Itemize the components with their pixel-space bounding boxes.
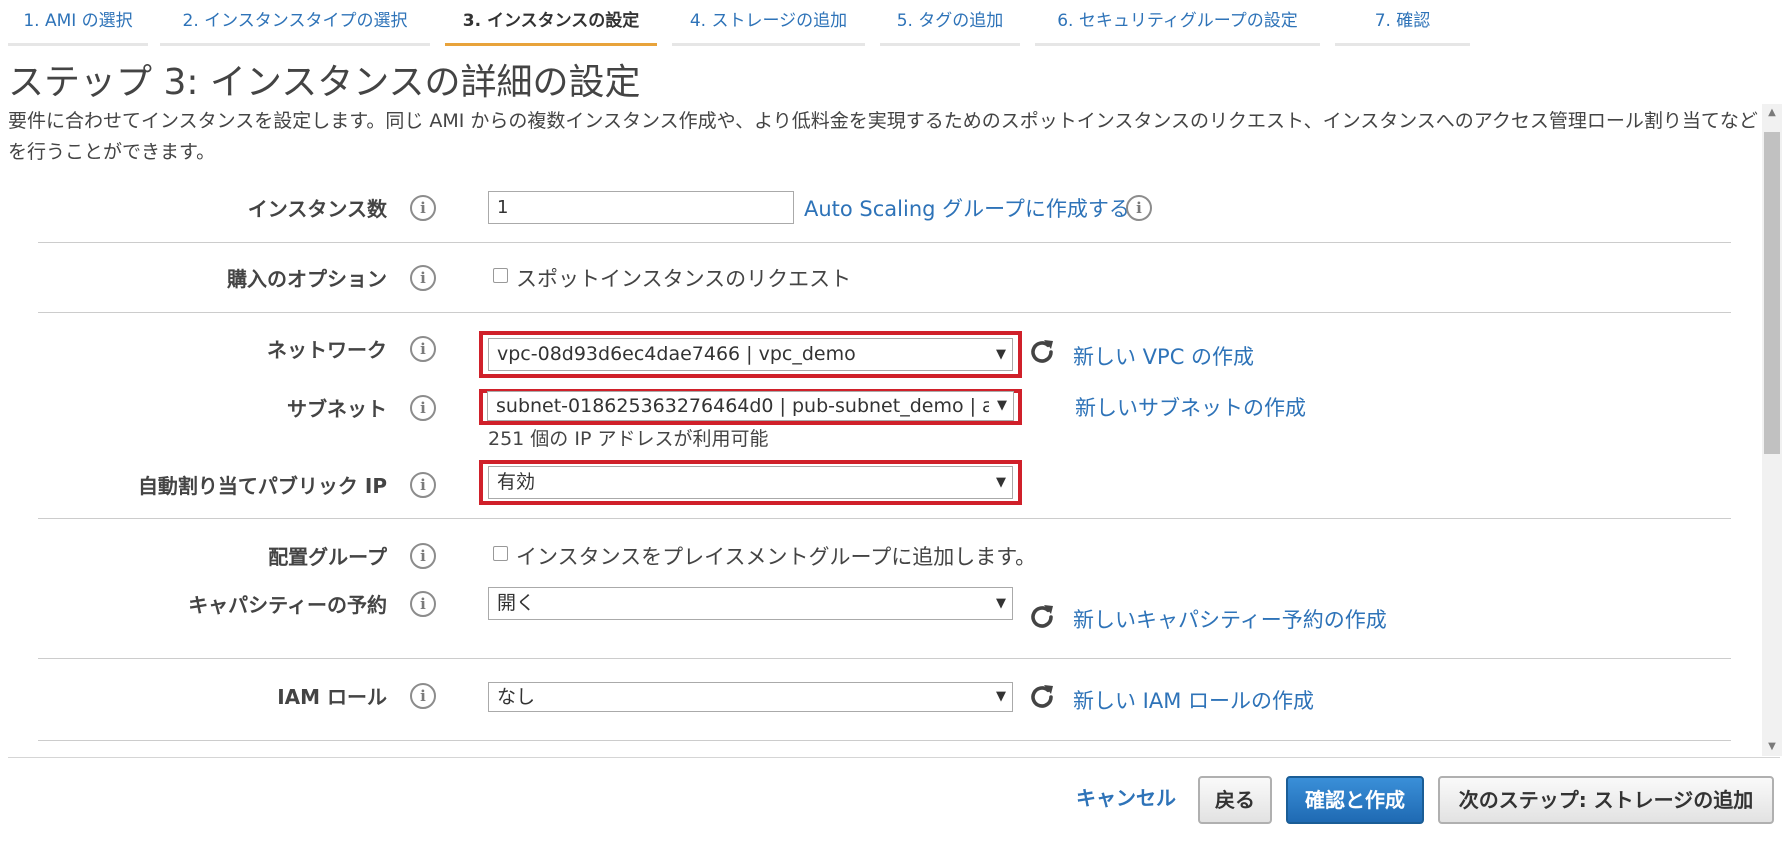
scroll-thumb[interactable]	[1764, 132, 1780, 454]
subnet-label: サブネット	[287, 397, 387, 421]
subnet-select-value: subnet-018625363276464d0 | pub-subnet_de…	[496, 395, 989, 417]
create-capacity-reservation-link[interactable]: 新しいキャパシティー予約の作成	[1073, 604, 1387, 634]
dropdown-caret-icon: ▼	[996, 347, 1006, 362]
info-icon[interactable]: i	[410, 195, 436, 221]
auto-scaling-link[interactable]: Auto Scaling グループに作成する	[804, 193, 1130, 223]
row-divider	[38, 740, 1731, 741]
info-icon[interactable]: i	[410, 336, 436, 362]
network-select-value: vpc-08d93d6ec4dae7466 | vpc_demo	[497, 343, 856, 365]
info-icon[interactable]: i	[410, 543, 436, 569]
tab-storage[interactable]: 4. ストレージの追加	[672, 0, 865, 46]
info-icon[interactable]: i	[1126, 195, 1152, 221]
dropdown-caret-icon: ▼	[996, 596, 1006, 611]
tab-review[interactable]: 7. 確認	[1335, 0, 1470, 46]
info-icon[interactable]: i	[410, 265, 436, 291]
public-ip-label: 自動割り当てパブリック IP	[137, 474, 387, 498]
refresh-icon[interactable]	[1027, 602, 1057, 632]
dropdown-caret-icon: ▼	[997, 398, 1007, 413]
spot-request-label: スポットインスタンスのリクエスト	[516, 267, 852, 291]
capacity-reservation-select[interactable]: 開く ▼	[488, 587, 1013, 620]
spot-request-checkbox[interactable]	[493, 268, 508, 283]
tab-tags[interactable]: 5. タグの追加	[880, 0, 1020, 46]
placement-group-checkbox[interactable]	[493, 546, 508, 561]
cancel-button[interactable]: キャンセル	[1066, 776, 1186, 824]
info-icon[interactable]: i	[410, 395, 436, 421]
refresh-icon[interactable]	[1027, 682, 1057, 712]
row-divider	[38, 518, 1731, 519]
placement-group-checkbox-label: インスタンスをプレイスメントグループに追加します。	[516, 545, 1037, 569]
scroll-down-arrow-icon[interactable]: ▼	[1762, 738, 1782, 756]
row-divider	[38, 242, 1731, 243]
instance-count-input[interactable]	[488, 191, 794, 224]
refresh-icon[interactable]	[1027, 337, 1057, 367]
create-subnet-link[interactable]: 新しいサブネットの作成	[1075, 392, 1306, 422]
capacity-reservation-select-value: 開く	[497, 592, 536, 614]
review-and-launch-button[interactable]: 確認と作成	[1286, 776, 1424, 824]
tab-instance-type[interactable]: 2. インスタンスタイプの選択	[160, 0, 430, 46]
instance-count-label: インスタンス数	[247, 197, 387, 221]
purchase-option-label: 購入のオプション	[227, 267, 387, 291]
iam-role-select[interactable]: なし ▼	[488, 682, 1013, 712]
page-title: ステップ 3: インスタンスの詳細の設定	[8, 62, 641, 103]
iam-role-select-value: なし	[497, 686, 536, 708]
network-label: ネットワーク	[267, 338, 387, 362]
public-ip-select[interactable]: 有効 ▼	[488, 466, 1013, 499]
available-ip-hint: 251 個の IP アドレスが利用可能	[488, 428, 769, 450]
public-ip-select-value: 有効	[497, 471, 536, 493]
page-description: 要件に合わせてインスタンスを設定します。同じ AMI からの複数インスタンス作成…	[8, 110, 1758, 163]
iam-role-label: IAM ロール	[277, 685, 387, 709]
tab-security-group[interactable]: 6. セキュリティグループの設定	[1035, 0, 1320, 46]
network-select[interactable]: vpc-08d93d6ec4dae7466 | vpc_demo ▼	[488, 338, 1013, 371]
subnet-select[interactable]: subnet-018625363276464d0 | pub-subnet_de…	[487, 391, 1014, 421]
dropdown-caret-icon: ▼	[996, 689, 1006, 704]
info-icon[interactable]: i	[410, 591, 436, 617]
footer-divider	[8, 757, 1780, 758]
next-step-storage-button[interactable]: 次のステップ: ストレージの追加	[1438, 776, 1774, 824]
page-root: 1. AMI の選択 2. インスタンスタイプの選択 3. インスタンスの設定 …	[0, 0, 1790, 841]
scroll-up-arrow-icon[interactable]: ▲	[1762, 104, 1782, 122]
tab-ami[interactable]: 1. AMI の選択	[8, 0, 148, 46]
scrollbar[interactable]: ▲ ▼	[1762, 104, 1782, 756]
create-iam-role-link[interactable]: 新しい IAM ロールの作成	[1073, 685, 1314, 715]
dropdown-caret-icon: ▼	[996, 475, 1006, 490]
row-divider	[38, 312, 1731, 313]
info-icon[interactable]: i	[410, 472, 436, 498]
placement-group-label: 配置グループ	[268, 545, 387, 569]
create-vpc-link[interactable]: 新しい VPC の作成	[1073, 341, 1254, 371]
tab-instance-settings[interactable]: 3. インスタンスの設定	[445, 0, 657, 46]
back-button[interactable]: 戻る	[1198, 776, 1272, 824]
info-icon[interactable]: i	[410, 683, 436, 709]
capacity-reservation-label: キャパシティーの予約	[188, 593, 387, 617]
wizard-tabs: 1. AMI の選択 2. インスタンスタイプの選択 3. インスタンスの設定 …	[0, 0, 1790, 46]
row-divider	[38, 658, 1731, 659]
